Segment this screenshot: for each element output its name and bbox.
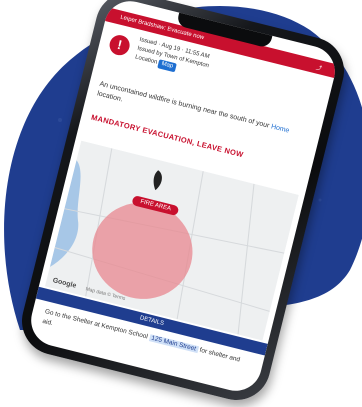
map-canvas[interactable] xyxy=(45,140,299,341)
alert-map[interactable]: FIRE AREA Google Map data © Terms xyxy=(45,140,299,341)
home-link[interactable]: Home xyxy=(270,123,290,134)
warning-icon: ! xyxy=(107,33,132,58)
share-icon[interactable]: ⤴ xyxy=(315,62,323,72)
